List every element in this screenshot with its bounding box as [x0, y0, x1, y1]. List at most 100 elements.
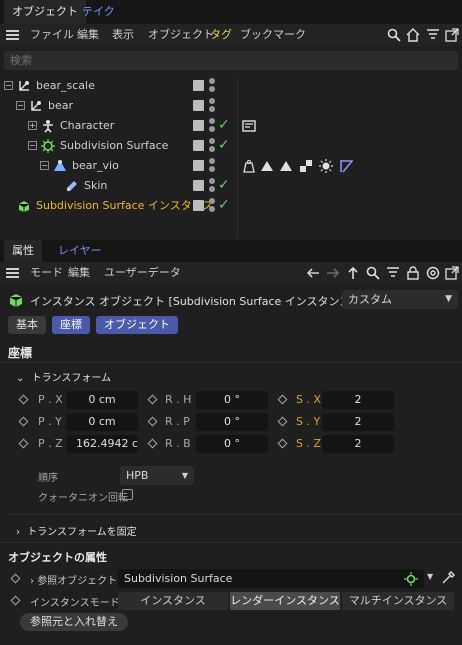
menu-mode[interactable]: モード [30, 262, 63, 284]
search-input[interactable]: 検索 [4, 51, 458, 70]
hamburger-icon[interactable] [6, 267, 19, 279]
edit-icon[interactable] [193, 180, 204, 191]
back-arrow-icon[interactable] [306, 266, 320, 280]
keyframe-diamond-icon[interactable] [147, 438, 158, 449]
expand-icon[interactable]: + [28, 121, 37, 130]
visibility-dots-icon[interactable] [209, 198, 215, 214]
sy-field[interactable]: 2 [322, 413, 394, 431]
visibility-dots-icon[interactable] [209, 118, 215, 134]
sx-field[interactable]: 2 [322, 391, 394, 409]
enabled-check-icon[interactable]: ✓ [218, 177, 230, 193]
weight-tag-icon[interactable] [242, 159, 256, 173]
forward-arrow-icon[interactable] [326, 266, 340, 280]
tree-row-bear-vio[interactable]: − bear_vio [0, 156, 462, 176]
tree-row-character[interactable]: + Character ✓ [0, 116, 462, 136]
keyframe-diamond-icon[interactable] [10, 573, 21, 584]
edit-icon[interactable] [193, 160, 204, 171]
keyframe-diamond-icon[interactable] [277, 416, 288, 427]
search-icon[interactable] [387, 28, 401, 42]
menu-tag[interactable]: タグ [210, 24, 232, 46]
keyframe-diamond-icon[interactable] [277, 394, 288, 405]
hamburger-icon[interactable] [6, 29, 19, 41]
tab-object[interactable]: オブジェクト [96, 316, 178, 334]
tree-row-bear[interactable]: − bear [0, 96, 462, 116]
mode-render-instance-button[interactable]: レンダーインスタンス [230, 592, 340, 610]
swap-reference-button[interactable]: 参照元と入れ替え [20, 613, 128, 631]
tab-layers[interactable]: レイヤー [50, 240, 110, 262]
new-window-icon[interactable] [445, 266, 459, 280]
uvw-tag-icon[interactable] [299, 159, 313, 173]
keyframe-diamond-icon[interactable] [18, 394, 29, 405]
filter-icon[interactable] [426, 28, 440, 42]
tab-coordinates[interactable]: 座標 [52, 316, 90, 334]
menu-view[interactable]: 表示 [112, 24, 134, 46]
visibility-dots-icon[interactable] [209, 98, 215, 114]
sz-field[interactable]: 2 [322, 435, 394, 453]
menu-bookmark[interactable]: ブックマーク [240, 24, 306, 46]
menu-user-data[interactable]: ユーザーデータ [104, 262, 181, 284]
tree-row-instance[interactable]: Subdivision Surface インスタンス ✓ [0, 196, 462, 216]
px-field[interactable]: 0 cm [66, 391, 138, 409]
picker-icon[interactable] [441, 571, 455, 585]
tree-row-bear-scale[interactable]: − bear_scale [0, 76, 462, 96]
edit-icon[interactable] [193, 200, 204, 211]
collapse-icon[interactable]: − [40, 161, 49, 170]
transform-group[interactable]: ⌄ トランスフォーム [16, 369, 111, 384]
enabled-check-icon[interactable]: ✓ [218, 197, 230, 213]
rp-field[interactable]: 0 ° [196, 413, 268, 431]
tag-icon[interactable] [242, 119, 256, 133]
keyframe-diamond-icon[interactable] [18, 416, 29, 427]
pz-field[interactable]: 162.4942 c [66, 435, 138, 453]
collapse-icon[interactable]: − [4, 81, 13, 90]
mode-multi-instance-button[interactable]: マルチインスタンス [342, 592, 454, 610]
rh-field[interactable]: 0 ° [196, 391, 268, 409]
keyframe-diamond-icon[interactable] [10, 595, 21, 606]
quaternion-label: クォータニオン回転 [38, 493, 128, 504]
edit-icon[interactable] [193, 80, 204, 91]
reference-object-field[interactable]: Subdivision Surface [118, 569, 424, 588]
keyframe-diamond-icon[interactable] [277, 438, 288, 449]
menu-edit[interactable]: 編集 [77, 24, 99, 46]
collapse-icon[interactable]: − [16, 101, 25, 110]
up-arrow-icon[interactable] [346, 266, 360, 280]
target-icon[interactable] [426, 266, 440, 280]
visibility-dots-icon[interactable] [209, 158, 215, 174]
tab-attributes[interactable]: 属性 [4, 240, 42, 262]
order-dropdown[interactable]: HPB ▼ [120, 466, 194, 485]
edit-icon[interactable] [193, 100, 204, 111]
home-icon[interactable] [406, 28, 420, 42]
tree-row-subdivision-surface[interactable]: − Subdivision Surface ✓ [0, 136, 462, 156]
edit-icon[interactable] [193, 120, 204, 131]
preset-dropdown[interactable]: カスタム ▼ [342, 290, 458, 309]
quaternion-checkbox[interactable] [122, 489, 133, 500]
triangle-tag-icon[interactable] [279, 159, 293, 173]
menu-object[interactable]: オブジェクト [148, 24, 214, 46]
visibility-dots-icon[interactable] [209, 138, 215, 154]
keyframe-diamond-icon[interactable] [147, 416, 158, 427]
visibility-dots-icon[interactable] [209, 78, 215, 94]
keyframe-diamond-icon[interactable] [18, 438, 29, 449]
chevron-down-icon[interactable]: ▼ [427, 572, 433, 581]
new-window-icon[interactable] [445, 28, 459, 42]
collapse-icon[interactable]: − [28, 141, 37, 150]
lock-icon[interactable] [406, 266, 420, 280]
tab-basic[interactable]: 基本 [8, 316, 46, 334]
tab-takes[interactable]: テイク [74, 0, 123, 24]
rb-field[interactable]: 0 ° [196, 435, 268, 453]
phong-tag-icon[interactable] [319, 159, 333, 173]
enabled-check-icon[interactable]: ✓ [218, 137, 230, 153]
visibility-dots-icon[interactable] [209, 178, 215, 194]
menu-edit[interactable]: 編集 [68, 262, 90, 284]
filter-icon[interactable] [386, 266, 400, 280]
tree-row-skin[interactable]: Skin ✓ [0, 176, 462, 196]
mode-instance-button[interactable]: インスタンス [118, 592, 228, 610]
menu-file[interactable]: ファイル [30, 24, 74, 46]
edit-icon[interactable] [193, 140, 204, 151]
freeze-transform-group[interactable]: › トランスフォームを固定 [16, 523, 137, 538]
py-field[interactable]: 0 cm [66, 413, 138, 431]
triangle-tag-icon[interactable] [260, 159, 274, 173]
keyframe-diamond-icon[interactable] [147, 394, 158, 405]
search-icon[interactable] [366, 266, 380, 280]
enabled-check-icon[interactable]: ✓ [218, 117, 230, 133]
selection-tag-icon[interactable] [339, 159, 353, 173]
